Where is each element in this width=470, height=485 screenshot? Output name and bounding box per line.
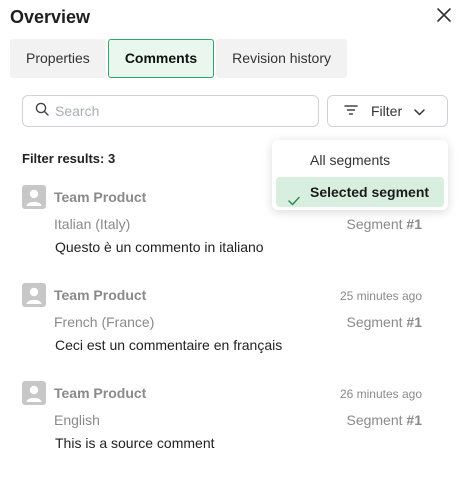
panel-title: Overview (10, 7, 91, 27)
comment-language: English (54, 412, 100, 428)
filter-results-count: Filter results: 3 (22, 151, 116, 166)
comment-segment: Segment #1 (346, 216, 422, 232)
search-box (22, 95, 319, 127)
user-avatar-icon (22, 283, 46, 307)
close-icon[interactable] (436, 7, 452, 23)
filter-button[interactable]: Filter (327, 95, 448, 127)
comment-language: French (France) (54, 314, 155, 330)
option-label: Selected segment (310, 184, 430, 200)
panel-header: Overview (10, 6, 460, 30)
comment-segment: Segment #1 (346, 314, 422, 330)
chevron-down-icon (414, 103, 425, 119)
filter-label: Filter (371, 103, 403, 119)
filter-icon (344, 103, 358, 119)
user-avatar-icon (22, 185, 46, 209)
search-input[interactable] (55, 103, 295, 119)
tab-bar: Properties Comments Revision history (10, 39, 347, 79)
comment-author: Team Product (54, 189, 147, 205)
comment-item: Team Product 25 minutes ago French (Fran… (22, 283, 422, 363)
comment-item: Team Product 26 minutes ago English Segm… (22, 381, 422, 461)
comment-time: 25 minutes ago (339, 289, 422, 303)
option-selected-segment[interactable]: Selected segment (276, 177, 444, 207)
option-all-segments[interactable]: All segments (276, 145, 444, 175)
comment-text: Questo è un commento in italiano (55, 239, 264, 255)
comment-time: 26 minutes ago (339, 387, 422, 401)
user-avatar-icon (22, 381, 46, 405)
comment-author: Team Product (54, 287, 147, 303)
tab-comments[interactable]: Comments (107, 39, 215, 78)
comment-text: Ceci est un commentaire en français (55, 337, 283, 353)
comment-segment: Segment #1 (346, 412, 422, 428)
tab-revision-history[interactable]: Revision history (216, 39, 347, 78)
check-icon (288, 186, 300, 216)
tab-properties[interactable]: Properties (10, 39, 106, 78)
search-icon (35, 102, 49, 121)
comment-author: Team Product (54, 385, 147, 401)
comment-language: Italian (Italy) (54, 216, 131, 232)
filter-dropdown-menu: All segments Selected segment (272, 140, 448, 210)
comment-text: This is a source comment (55, 435, 215, 451)
